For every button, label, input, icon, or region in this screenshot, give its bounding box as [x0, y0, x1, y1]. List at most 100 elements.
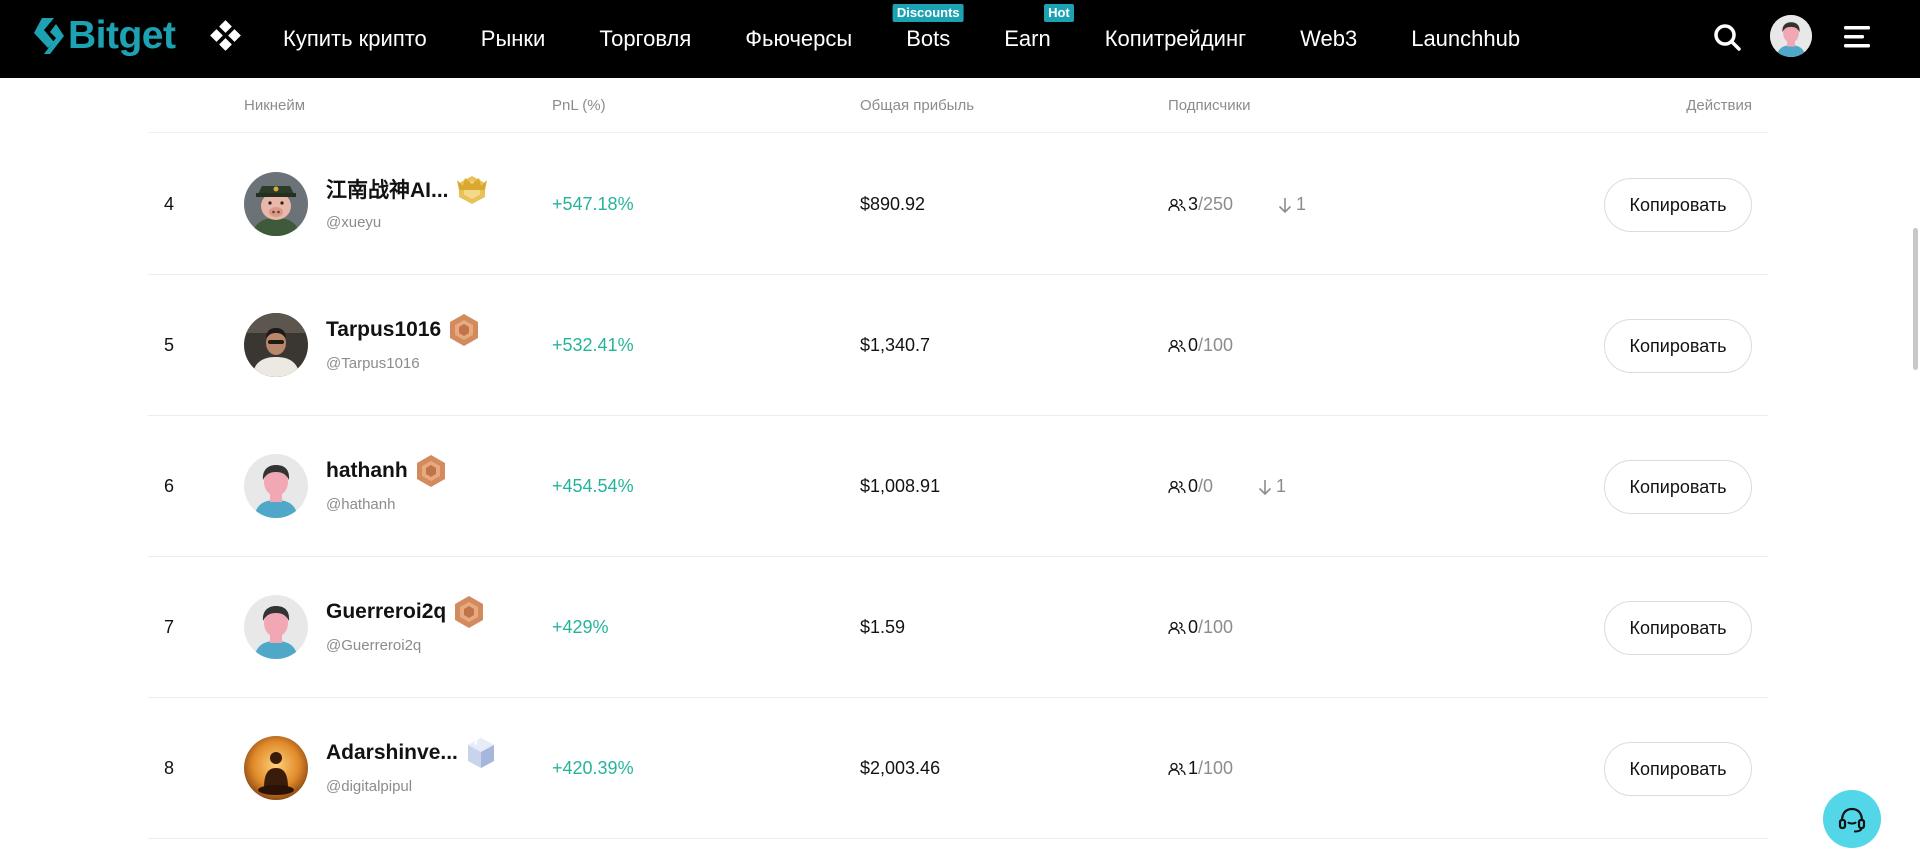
trader-avatar[interactable] — [244, 172, 308, 236]
copy-button[interactable]: Копировать — [1604, 742, 1752, 796]
max-followers: 250 — [1203, 194, 1234, 214]
gold-tier-icon — [456, 176, 487, 204]
follower-trend: 1 — [1278, 134, 1306, 275]
arrow-down-icon — [1278, 197, 1292, 213]
menu-icon[interactable] — [1840, 20, 1874, 54]
silver-tier-icon — [467, 738, 494, 768]
nav-bots[interactable]: Bots Discounts — [879, 0, 977, 78]
copy-button[interactable]: Копировать — [1604, 460, 1752, 514]
discounts-badge: Discounts — [892, 4, 964, 22]
pnl-value: +547.18% — [552, 194, 634, 214]
nav-copy-trading[interactable]: Копитрейдинг — [1078, 0, 1273, 78]
scrollbar-thumb[interactable] — [1913, 228, 1918, 370]
table-row[interactable]: 4 江南战神AI... @xueyu +547.18% $890.92 3 / … — [148, 134, 1768, 275]
total-profit-value: $1,340.7 — [860, 335, 931, 355]
trader-name[interactable]: Adarshinve... — [326, 741, 458, 765]
current-followers: 0 — [1188, 335, 1199, 355]
hot-badge: Hot — [1044, 4, 1074, 22]
trader-name[interactable]: 江南战神AI... — [326, 174, 449, 204]
trader-avatar[interactable] — [244, 736, 308, 800]
trader-handle: @digitalpipul — [326, 778, 413, 795]
rank: 5 — [164, 335, 175, 355]
max-followers: 100 — [1203, 617, 1234, 637]
nav-futures[interactable]: Фьючерсы — [718, 0, 879, 78]
trader-name[interactable]: Tarpus1016 — [326, 318, 441, 342]
top-navbar: Bitget Купить крипто Рынки Торговля Фьюч… — [0, 0, 1920, 78]
nav-label: Купить крипто — [283, 26, 427, 51]
copy-button[interactable]: Копировать — [1604, 319, 1752, 373]
total-profit-value: $2,003.46 — [860, 758, 941, 778]
copy-button[interactable]: Копировать — [1604, 178, 1752, 232]
table-row[interactable]: 8 Adarshinve... @digitalpipul +420.39% $… — [148, 698, 1768, 839]
nav-web3[interactable]: Web3 — [1273, 0, 1384, 78]
followers-icon — [1168, 480, 1186, 493]
nav-trade[interactable]: Торговля — [572, 0, 718, 78]
nav-label: Bots — [906, 26, 951, 51]
column-total-profit: Общая прибыль — [860, 97, 975, 114]
rank: 4 — [164, 194, 175, 214]
pnl-value: +454.54% — [552, 476, 634, 496]
trader-name[interactable]: Guerreroi2q — [326, 600, 446, 624]
headset-icon — [1838, 807, 1866, 833]
followers-count: 0/100 — [1168, 557, 1233, 698]
follower-trend: 1 — [1258, 416, 1286, 557]
trader-name[interactable]: hathanh — [326, 459, 408, 483]
user-avatar[interactable] — [1770, 15, 1812, 57]
trader-handle: @hathanh — [326, 496, 396, 513]
table-row[interactable]: 6 hathanh @hathanh +454.54% $1,008.91 0/… — [148, 416, 1768, 557]
table-row[interactable]: 5 Tarpus1016 @Tarpus1016 +532.41% $1,340… — [148, 275, 1768, 416]
trader-handle: @xueyu — [326, 214, 382, 231]
pnl-value: +420.39% — [552, 758, 634, 778]
rank: 6 — [164, 476, 175, 496]
bronze-tier-icon — [455, 596, 484, 628]
default-avatar-icon — [244, 454, 308, 518]
arrow-down-icon — [1258, 479, 1272, 495]
nav-label: Рынки — [480, 26, 546, 51]
max-followers: 100 — [1203, 758, 1234, 778]
followers-count: 0/0 — [1168, 416, 1213, 557]
nav-buy-crypto[interactable]: Купить крипто — [256, 0, 454, 78]
bitget-logo[interactable]: Bitget — [32, 14, 176, 58]
nav-markets[interactable]: Рынки — [454, 0, 573, 78]
max-followers: 100 — [1203, 335, 1234, 355]
nav-label: Earn — [1004, 26, 1051, 51]
default-avatar-icon — [244, 595, 308, 659]
nav-launchhub[interactable]: Launchhub — [1384, 0, 1547, 78]
nav-earn[interactable]: Earn Hot — [977, 0, 1077, 78]
trader-handle: @Tarpus1016 — [326, 355, 420, 372]
nav-label: Фьючерсы — [745, 26, 853, 51]
apps-icon[interactable] — [208, 20, 242, 54]
copy-button[interactable]: Копировать — [1604, 601, 1752, 655]
nav-label: Копитрейдинг — [1104, 26, 1247, 51]
search-icon[interactable] — [1710, 20, 1744, 54]
trader-avatar[interactable] — [244, 595, 308, 659]
current-followers: 0 — [1188, 617, 1199, 637]
trader-avatar[interactable] — [244, 313, 308, 377]
total-profit-value: $1,008.91 — [860, 476, 941, 496]
column-nickname: Никнейм — [244, 97, 306, 114]
trader-name-line: Tarpus1016 — [326, 313, 483, 347]
nav-label: Web3 — [1300, 26, 1358, 51]
current-followers: 3 — [1188, 194, 1199, 214]
followers-icon — [1168, 621, 1186, 634]
column-pnl: PnL (%) — [552, 97, 606, 114]
bronze-tier-icon — [416, 455, 445, 487]
bronze-tier-icon — [450, 314, 479, 346]
trend-value: 1 — [1296, 194, 1307, 214]
trader-avatar[interactable] — [244, 454, 308, 518]
column-followers: Подписчики — [1168, 97, 1251, 114]
main-nav: Купить крипто Рынки Торговля Фьючерсы Bo… — [256, 0, 1547, 78]
pnl-value: +429% — [552, 617, 609, 637]
trader-handle: @Guerreroi2q — [326, 637, 422, 654]
current-followers: 0 — [1188, 476, 1199, 496]
trader-name-line: hathanh — [326, 454, 450, 488]
page-scrollbar[interactable] — [1904, 78, 1920, 861]
followers-icon — [1168, 762, 1186, 775]
support-chat-button[interactable] — [1823, 790, 1881, 848]
current-followers: 1 — [1188, 758, 1199, 778]
column-actions: Действия — [1686, 97, 1752, 114]
table-row[interactable]: 7 Guerreroi2q @Guerreroi2q +429% $1.59 0… — [148, 557, 1768, 698]
trend-value: 1 — [1276, 476, 1287, 496]
pnl-value: +532.41% — [552, 335, 634, 355]
followers-icon — [1168, 339, 1186, 352]
